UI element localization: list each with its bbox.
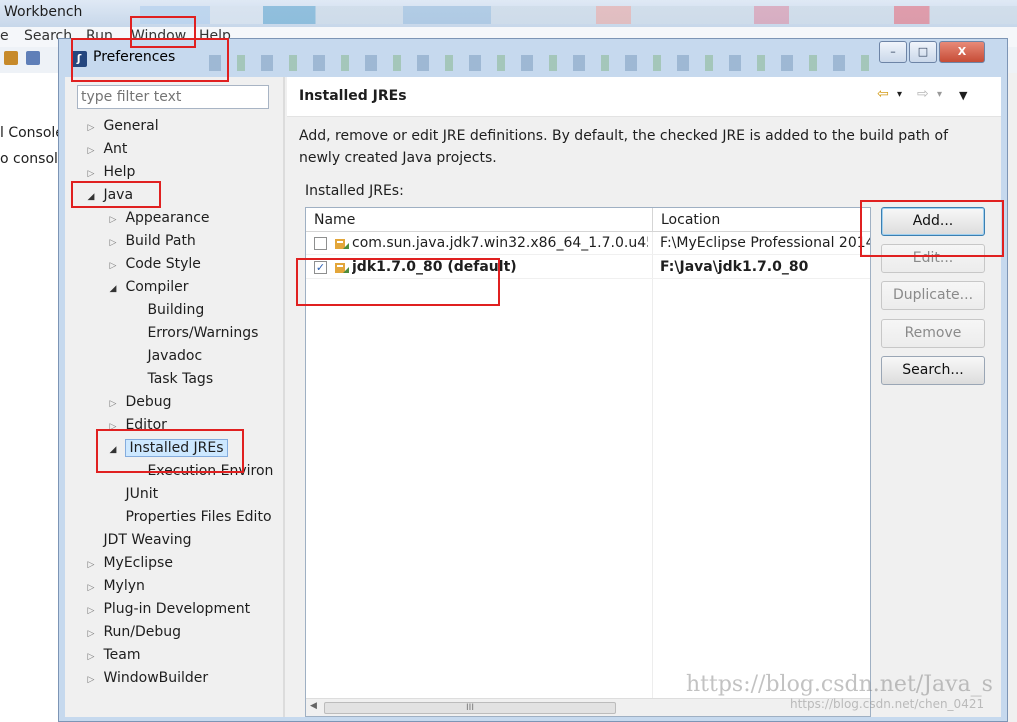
expand-arrow-icon[interactable]: ▷ <box>83 140 99 162</box>
dialog-titlebar-blur <box>209 55 869 71</box>
expand-arrow-icon[interactable]: ▷ <box>105 209 121 231</box>
annotation-installed-jres-node <box>96 429 244 473</box>
tree-item-task-tags[interactable]: Task Tags <box>127 368 213 390</box>
minimize-button[interactable]: – <box>879 41 907 63</box>
tree-item-building[interactable]: Building <box>127 299 204 321</box>
tree-item-myeclipse[interactable]: ▷ MyEclipse <box>83 552 173 574</box>
dialog-client-area: ▷ General ▷ Ant ▷ Help ◢ Java ▷ Appearan… <box>65 77 1001 717</box>
tree-item-errors-warnings[interactable]: Errors/Warnings <box>127 322 258 344</box>
back-dropdown-icon[interactable]: ▾ <box>897 89 902 100</box>
expand-arrow-icon[interactable]: ▷ <box>83 623 99 645</box>
preference-page: Installed JREs ⇦ ▾ ⇨ ▾ ▼ Add, remove or … <box>287 77 1001 717</box>
expand-arrow-icon[interactable]: ▷ <box>83 669 99 691</box>
tree-item-plugin-development[interactable]: ▷ Plug-in Development <box>83 598 251 622</box>
tree-item-general[interactable]: ▷ General <box>83 115 159 137</box>
console-line: o console <box>0 151 67 167</box>
installed-jres-label: Installed JREs: <box>305 183 404 199</box>
tree-item-compiler[interactable]: ◢ Compiler <box>105 276 189 300</box>
tree-item-run-debug[interactable]: ▷ Run/Debug <box>83 621 182 645</box>
watermark-small: https://blog.csdn.net/chen_0421 <box>790 697 985 711</box>
preferences-dialog: ʃ Preferences – □ X ▷ General ▷ Ant ▷ He… <box>58 38 1008 722</box>
tree-item-code-style[interactable]: ▷ Code Style <box>105 253 201 275</box>
annotation-default-jre <box>296 258 500 306</box>
back-arrow-icon[interactable]: ⇦ <box>877 86 889 102</box>
tree-item-build-path[interactable]: ▷ Build Path <box>105 230 196 252</box>
expand-arrow-icon[interactable]: ▷ <box>83 117 99 139</box>
expand-arrow-icon[interactable]: ▷ <box>83 554 99 576</box>
duplicate-button[interactable]: Duplicate... <box>881 281 985 310</box>
close-button[interactable]: X <box>939 41 985 63</box>
workbench-title: Workbench <box>4 4 83 20</box>
tree-item-ant[interactable]: ▷ Ant <box>83 138 128 162</box>
row-name: com.sun.java.jdk7.win32.x86_64_1.7.0.u45 <box>352 235 648 251</box>
watermark-large: https://blog.csdn.net/Java_s <box>686 672 993 697</box>
expand-arrow-icon[interactable]: ▷ <box>105 393 121 415</box>
workbench-console-panel: l Console o console <box>0 73 67 722</box>
workbench-taskbar-blur <box>140 6 1017 24</box>
page-description: Add, remove or edit JRE definitions. By … <box>299 128 948 166</box>
view-menu-icon[interactable]: ▼ <box>959 89 967 102</box>
row-checkbox[interactable] <box>314 237 327 250</box>
tree-item-properties-files-editor[interactable]: Properties Files Edito <box>105 506 271 528</box>
page-header: Installed JREs ⇦ ▾ ⇨ ▾ ▼ <box>287 77 1001 117</box>
remove-button[interactable]: Remove <box>881 319 985 348</box>
scroll-left-icon[interactable]: ◀ <box>310 701 317 711</box>
expand-arrow-icon[interactable]: ▷ <box>83 646 99 668</box>
filter-input[interactable] <box>77 85 269 109</box>
expand-arrow-icon[interactable]: ▷ <box>105 232 121 254</box>
expand-arrow-icon[interactable]: ▷ <box>83 600 99 622</box>
pane-sash[interactable] <box>283 77 285 717</box>
annotation-java-node <box>71 181 161 208</box>
tree-item-javadoc[interactable]: Javadoc <box>127 345 202 367</box>
tree-item-mylyn[interactable]: ▷ Mylyn <box>83 575 145 597</box>
forward-dropdown-icon[interactable]: ▾ <box>937 89 942 100</box>
expand-arrow-icon[interactable]: ▷ <box>83 577 99 599</box>
expand-arrow-icon[interactable]: ▷ <box>105 255 121 277</box>
table-header: Name Location <box>306 208 870 232</box>
column-divider <box>652 232 653 716</box>
menu-edit[interactable]: e <box>0 28 9 44</box>
collapse-arrow-icon[interactable]: ◢ <box>105 278 121 300</box>
horizontal-scrollbar[interactable]: ◀ III <box>306 698 870 716</box>
tree-item-junit[interactable]: JUnit <box>105 483 158 505</box>
annotation-preferences-title <box>71 38 229 82</box>
tree-item-jdt-weaving[interactable]: JDT Weaving <box>83 529 191 551</box>
tree-item-windowbuilder[interactable]: ▷ WindowBuilder <box>83 667 209 691</box>
annotation-add-button <box>860 200 1004 257</box>
maximize-button[interactable]: □ <box>909 41 937 63</box>
search-button[interactable]: Search... <box>881 356 985 385</box>
table-row[interactable]: com.sun.java.jdk7.win32.x86_64_1.7.0.u45… <box>306 232 870 255</box>
toolbar-package-icon[interactable] <box>4 51 18 65</box>
tree-item-team[interactable]: ▷ Team <box>83 644 141 668</box>
tree-item-debug[interactable]: ▷ Debug <box>105 391 172 413</box>
jre-library-icon <box>335 239 349 249</box>
row-location: F:\MyEclipse Professional 2014 <box>660 235 870 251</box>
column-header-name[interactable]: Name <box>306 208 652 232</box>
row-location: F:\Java\jdk1.7.0_80 <box>660 259 809 275</box>
forward-arrow-icon[interactable]: ⇨ <box>917 86 929 102</box>
scrollbar-thumb[interactable]: III <box>324 702 616 714</box>
toolbar-class-icon[interactable] <box>26 51 40 65</box>
tree-item-appearance[interactable]: ▷ Appearance <box>105 207 210 229</box>
column-header-location[interactable]: Location <box>652 208 870 232</box>
console-line: l Console <box>0 125 64 141</box>
tree-item-help[interactable]: ▷ Help <box>83 161 136 183</box>
page-title: Installed JREs <box>299 88 407 104</box>
